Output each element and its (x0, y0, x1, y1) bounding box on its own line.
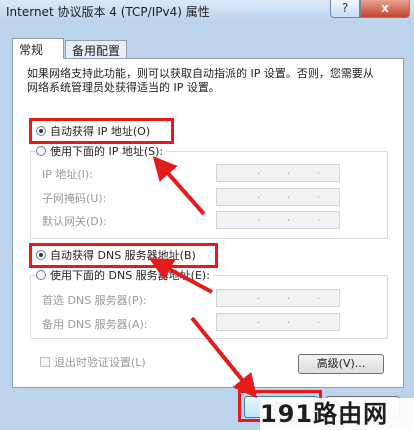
preferred-dns-input: ... (216, 289, 340, 307)
description-text: 如果网络支持此功能，则可以获取自动指派的 IP 设置。否则，您需要从网络系统管理… (27, 67, 374, 94)
dns-auto-highlight-box (29, 243, 218, 268)
subnet-mask-label: 子网掩码(U): (42, 192, 107, 205)
advanced-button[interactable]: 高级(V)... (298, 354, 384, 374)
title-bar: Internet 协议版本 4 (TCP/IPv4) 属性 ? x (0, 0, 414, 22)
watermark-logo: 191路由网 (260, 398, 414, 430)
tab-alternate-configuration[interactable]: 备用配置 (65, 40, 127, 58)
dns-manual-label: 使用下面的 DNS 服务器地址(E): (50, 269, 210, 282)
dialog-window: Internet 协议版本 4 (TCP/IPv4) 属性 ? x 常规 备用配… (0, 0, 414, 430)
validate-on-exit-checkbox[interactable] (40, 357, 50, 367)
preferred-dns-label: 首选 DNS 服务器(P): (42, 294, 147, 307)
dns-manual-radio[interactable] (36, 270, 46, 280)
alternate-dns-label: 备用 DNS 服务器(A): (42, 318, 148, 331)
validate-on-exit-label: 退出时验证设置(L) (54, 356, 146, 369)
validate-on-exit-option[interactable]: 退出时验证设置(L) (40, 354, 146, 370)
help-button[interactable]: ? (330, 0, 360, 18)
ip-manual-option[interactable]: 使用下面的 IP 地址(S): (36, 144, 167, 160)
dns-manual-option[interactable]: 使用下面的 DNS 服务器地址(E): (36, 268, 213, 284)
ip-address-input: ... (216, 164, 340, 182)
default-gateway-input: ... (216, 211, 340, 229)
subnet-mask-input: ... (216, 188, 340, 206)
ip-manual-radio[interactable] (36, 146, 46, 156)
alternate-dns-input: ... (216, 313, 340, 331)
ip-manual-label: 使用下面的 IP 地址(S): (50, 145, 164, 158)
default-gateway-label: 默认网关(D): (42, 215, 107, 228)
window-title: Internet 协议版本 4 (TCP/IPv4) 属性 (6, 5, 210, 19)
close-button[interactable]: x (360, 0, 410, 18)
ip-address-label: IP 地址(I): (42, 168, 93, 181)
tab-general[interactable]: 常规 (12, 38, 64, 59)
ip-auto-highlight-box (29, 118, 174, 144)
